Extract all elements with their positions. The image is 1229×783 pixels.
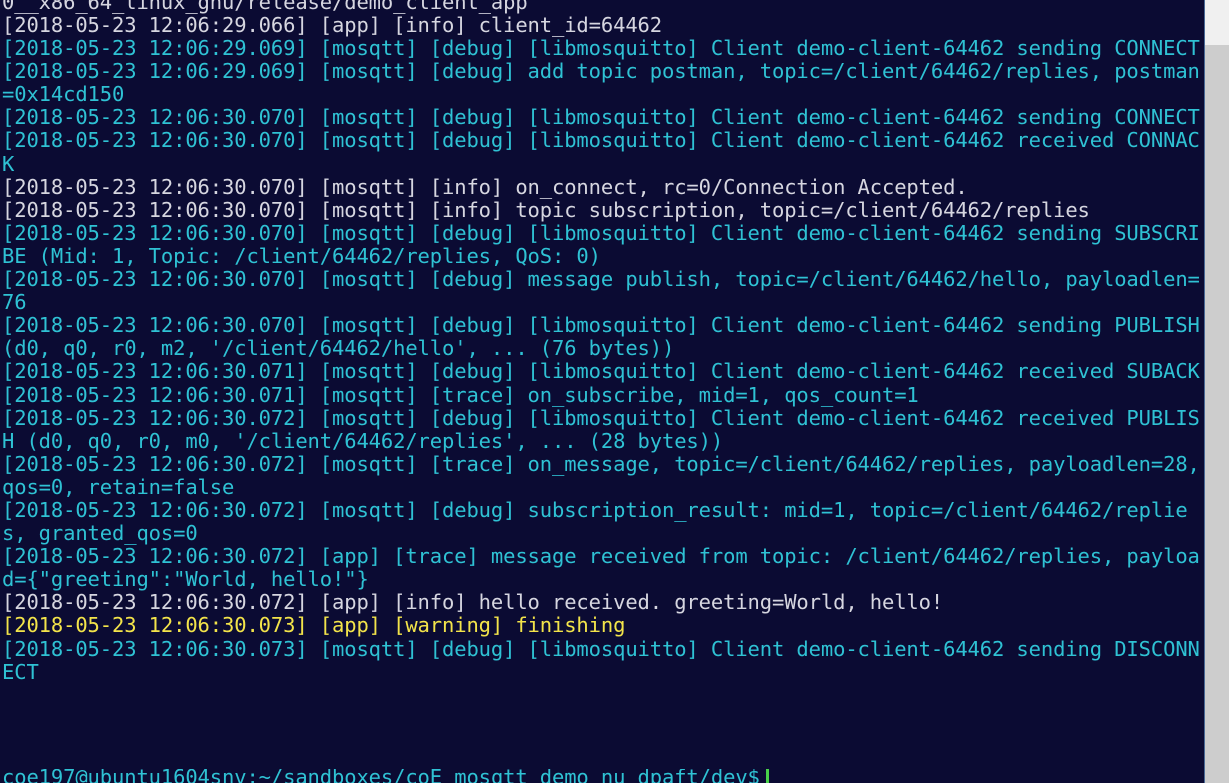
terminal-line: [2018-05-23 12:06:30.073] [mosqtt] [debu… — [2, 636, 1200, 684]
terminal-line-partial: 0__x86_64_linux_gnu/release/demo_client_… — [2, 0, 528, 14]
terminal-line: [2018-05-23 12:06:30.070] [mosqtt] [debu… — [2, 128, 1200, 176]
terminal-line: [2018-05-23 12:06:29.069] [mosqtt] [debu… — [2, 59, 1200, 107]
shell-prompt-text: coe197@ubuntu1604snv:~/sandboxes/coE_mos… — [2, 769, 760, 783]
shell-prompt-row[interactable]: coe197@ubuntu1604snv:~/sandboxes/coE_mos… — [0, 769, 1205, 783]
terminal-line: [2018-05-23 12:06:30.070] [mosqtt] [info… — [2, 174, 968, 199]
terminal-line: [2018-05-23 12:06:30.071] [mosqtt] [trac… — [2, 382, 919, 407]
shell-prompt: coe197@ubuntu1604snv:~/sandboxes/coE_mos… — [0, 769, 1205, 783]
terminal-line: [2018-05-23 12:06:30.070] [mosqtt] [debu… — [2, 313, 1200, 361]
terminal-window[interactable]: 0__x86_64_linux_gnu/release/demo_client_… — [0, 0, 1229, 783]
terminal-line: [2018-05-23 12:06:30.070] [mosqtt] [debu… — [2, 267, 1200, 315]
terminal-line: [2018-05-23 12:06:29.069] [mosqtt] [debu… — [2, 36, 1200, 61]
text-cursor — [765, 769, 769, 783]
terminal-line: [2018-05-23 12:06:30.072] [app] [info] h… — [2, 590, 944, 615]
terminal-line: [2018-05-23 12:06:30.072] [mosqtt] [debu… — [2, 497, 1188, 546]
terminal-line: [2018-05-23 12:06:30.070] [mosqtt] [debu… — [2, 105, 1200, 130]
terminal-line: [2018-05-23 12:06:30.070] [mosqtt] [debu… — [2, 220, 1200, 268]
terminal-line: [2018-05-23 12:06:30.072] [app] [trace] … — [2, 544, 1200, 592]
terminal-line: [2018-05-23 12:06:30.072] [mosqtt] [trac… — [2, 451, 1200, 499]
terminal-line: [2018-05-23 12:06:30.071] [mosqtt] [debu… — [2, 359, 1200, 384]
terminal-line: [2018-05-23 12:06:30.073] [app] [warning… — [2, 613, 626, 638]
terminal-line: [2018-05-23 12:06:29.066] [app] [info] c… — [2, 13, 662, 37]
scrollbar-thumb[interactable] — [1205, 45, 1229, 783]
vertical-scrollbar[interactable] — [1204, 0, 1229, 783]
scrolled-off-line-clip: 0__x86_64_linux_gnu/release/demo_client_… — [0, 0, 1205, 14]
terminal-screen[interactable]: 0__x86_64_linux_gnu/release/demo_client_… — [0, 0, 1205, 783]
terminal-line: [2018-05-23 12:06:30.072] [mosqtt] [debu… — [2, 405, 1200, 453]
terminal-output: [2018-05-23 12:06:29.066] [app] [info] c… — [0, 13, 1205, 684]
terminal-line: [2018-05-23 12:06:30.070] [mosqtt] [info… — [2, 197, 1090, 222]
